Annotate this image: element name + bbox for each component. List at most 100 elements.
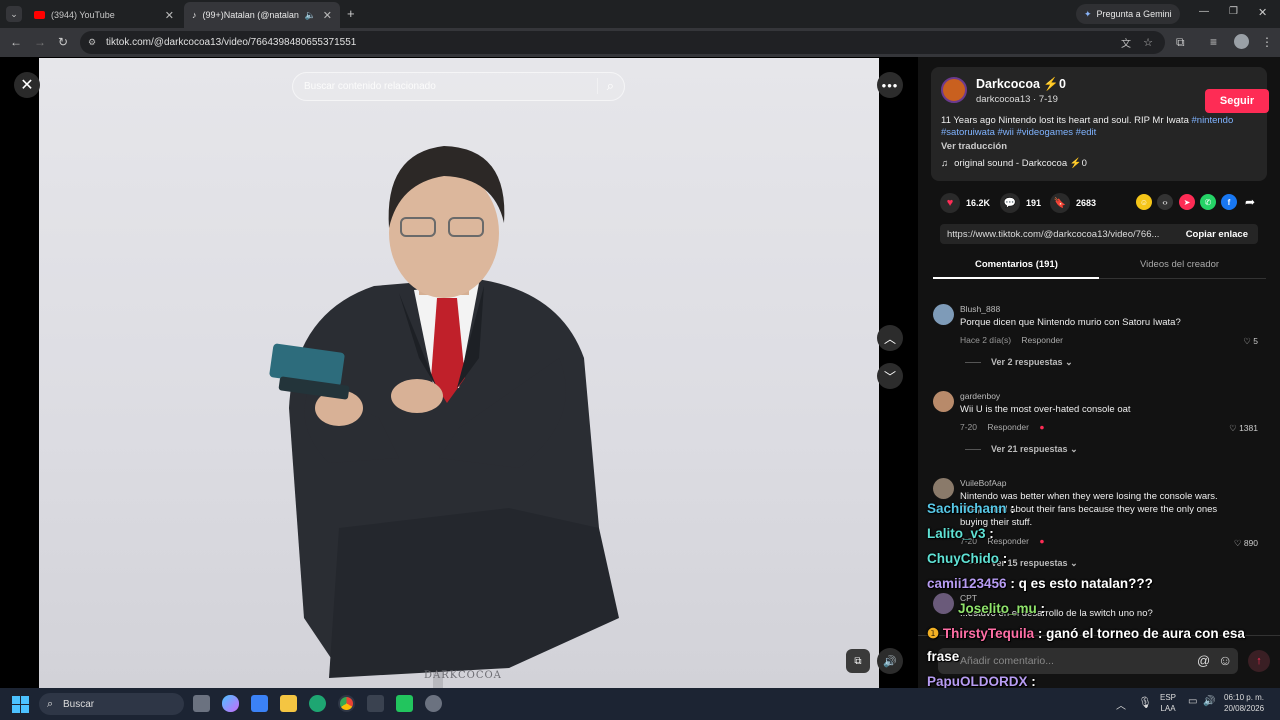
microphone-icon[interactable]: 🎙 [1138, 696, 1152, 709]
author-avatar[interactable] [941, 77, 967, 103]
translate-link[interactable]: Ver traducción [941, 141, 1007, 152]
bookmark-star-icon[interactable]: ☆ [1143, 36, 1153, 49]
edge-icon[interactable] [309, 695, 326, 712]
app-icon[interactable] [367, 695, 384, 712]
search-icon[interactable]: ⌕ [596, 78, 614, 94]
chat-user: ThirstyTequila [942, 626, 1035, 641]
comment-item: gardenboy Wii U is the most over-hated c… [933, 391, 1273, 471]
close-video-button[interactable]: ✕ [14, 72, 40, 98]
close-tab-icon[interactable]: ✕ [323, 9, 332, 22]
mention-icon[interactable]: @ [1197, 653, 1210, 668]
facebook-icon[interactable]: f [1221, 194, 1237, 210]
network-icon[interactable]: ▭ [1188, 696, 1197, 707]
comment-like-button[interactable]: ♡ 890 [1234, 538, 1258, 549]
view-replies-link[interactable]: Ver 21 respuestas ⌄ [965, 444, 1078, 455]
next-video-button[interactable]: ﹀ [877, 363, 903, 389]
store-icon[interactable] [251, 695, 268, 712]
youtube-icon [34, 11, 45, 19]
translate-icon[interactable]: 文 [1121, 35, 1131, 50]
related-search-input[interactable]: Buscar contenido relacionado ⌕ [292, 72, 625, 101]
browser-tab-bar: ⌄ (3944) YouTube ✕ ♪ (99+)Natalan (@nata… [0, 0, 1280, 28]
share-arrow-icon[interactable]: ➦ [1242, 194, 1258, 210]
copilot-icon[interactable] [222, 695, 239, 712]
reply-link[interactable]: Responder [987, 422, 1029, 432]
speaker-icon[interactable]: 🔈 [305, 10, 316, 21]
gemini-button[interactable]: ✦ Pregunta a Gemini [1076, 4, 1180, 24]
comment-button[interactable]: 💬 191 [1000, 193, 1041, 213]
close-window-button[interactable]: ✕ [1258, 6, 1267, 19]
volume-button[interactable]: 🔊 [877, 648, 903, 674]
author-name[interactable]: Darkcocoa ⚡0 [976, 77, 1066, 92]
reload-icon[interactable]: ↻ [58, 35, 68, 49]
previous-video-button[interactable]: ︿ [877, 325, 903, 351]
hashtag[interactable]: #satoruiwata #wii #videogames #edit [941, 127, 1096, 138]
comment-item: Blush_888 Porque dicen que Nintendo muri… [933, 304, 1273, 384]
obs-icon[interactable] [396, 695, 413, 712]
tab-title: (99+)Natalan (@natalanx) | [202, 10, 299, 20]
info-icon: ❶ [927, 626, 940, 641]
hashtag[interactable]: #nintendo [1192, 115, 1234, 126]
post-link[interactable]: https://www.tiktok.com/@darkcocoa13/vide… [947, 229, 1159, 240]
more-options-button[interactable]: ••• [877, 72, 903, 98]
task-view-icon[interactable] [193, 695, 210, 712]
like-button[interactable]: ♥ 16.2K [940, 193, 990, 213]
comment-user[interactable]: gardenboy [960, 391, 1000, 401]
new-tab-button[interactable]: + [347, 6, 355, 21]
settings-icon[interactable] [425, 695, 442, 712]
tray-chevron-icon[interactable]: ︿ [1116, 697, 1126, 712]
post-info-card: Darkcocoa ⚡0 darkcocoa13 · 7-19 Seguir 1… [931, 67, 1269, 181]
url-field[interactable]: ⚙ tiktok.com/@darkcocoa13/video/76643984… [80, 31, 1165, 54]
whatsapp-icon[interactable]: ✆ [1200, 194, 1216, 210]
tab-tiktok[interactable]: ♪ (99+)Natalan (@natalanx) | 🔈 ✕ [184, 2, 340, 28]
comment-like-button[interactable]: ♡ 5 [1243, 336, 1258, 347]
file-explorer-icon[interactable] [280, 695, 297, 712]
view-replies-link[interactable]: Ver 2 respuestas ⌄ [965, 357, 1073, 368]
coin-icon[interactable]: ☺ [1136, 194, 1152, 210]
restore-button[interactable]: ❐ [1229, 6, 1238, 17]
avatar[interactable] [933, 391, 954, 412]
menu-icon[interactable]: ⋮ [1261, 35, 1273, 49]
avatar[interactable] [933, 593, 954, 614]
language-indicator[interactable]: ESP LAA [1160, 692, 1176, 714]
reply-link[interactable]: Responder [1021, 335, 1063, 345]
tab-creator-videos[interactable]: Videos del creador [1140, 259, 1219, 270]
start-button[interactable] [12, 696, 29, 713]
volume-icon[interactable]: 🔊 [1203, 696, 1215, 707]
avatar[interactable] [933, 478, 954, 499]
chat-line: Sachiichann : [927, 501, 1015, 516]
copy-link-button[interactable]: Copiar enlace [1186, 229, 1248, 240]
comment-user[interactable]: Blush_888 [960, 304, 1000, 314]
sound-row[interactable]: ♫ original sound - Darkcocoa ⚡0 [941, 158, 1087, 169]
video-frame[interactable]: DARKCOCOA [39, 58, 879, 688]
taskbar-search[interactable]: ⌕ Buscar [39, 693, 184, 715]
site-info-icon[interactable]: ⚙ [88, 37, 96, 48]
panel-tabs: Comentarios (191) Videos del creador [933, 255, 1266, 279]
avatar[interactable] [933, 304, 954, 325]
follow-button[interactable]: Seguir [1205, 89, 1269, 113]
send-to-friend-icon[interactable]: ➤ [1179, 194, 1195, 210]
reading-list-icon[interactable]: ≡ [1210, 35, 1217, 49]
extensions-icon[interactable]: ⧉ [1176, 35, 1185, 50]
floating-player-button[interactable]: ⧉ [846, 649, 870, 673]
tab-comments[interactable]: Comentarios (191) [975, 259, 1058, 270]
chat-user: ChuyChido [927, 551, 999, 566]
clock[interactable]: 06:10 p. m. 20/08/2026 [1224, 692, 1264, 714]
embed-icon[interactable]: ‹› [1157, 194, 1173, 210]
comment-like-button[interactable]: ♡ 1381 [1229, 423, 1258, 434]
chat-line: ❶ ThirstyTequila : ganó el torneo de aur… [927, 626, 1245, 641]
profile-avatar[interactable] [1234, 34, 1249, 49]
tab-youtube[interactable]: (3944) YouTube ✕ [26, 2, 182, 28]
like-count: 16.2K [966, 198, 991, 208]
comment-user[interactable]: VuileBofAap [960, 478, 1006, 488]
send-comment-button[interactable]: ↑ [1248, 650, 1270, 672]
emoji-icon[interactable]: ☺ [1218, 652, 1232, 668]
forward-icon[interactable]: → [34, 35, 46, 49]
back-icon[interactable]: ← [10, 35, 22, 49]
close-tab-icon[interactable]: ✕ [165, 9, 174, 22]
chrome-icon[interactable] [338, 695, 355, 712]
chat-user: Lalito_v3 [927, 526, 986, 541]
save-button[interactable]: 🔖 2683 [1050, 193, 1096, 213]
add-comment-input[interactable]: Añadir comentario... [938, 648, 1238, 674]
minimize-button[interactable]: — [1199, 6, 1209, 17]
tab-search-icon[interactable]: ⌄ [6, 6, 22, 22]
